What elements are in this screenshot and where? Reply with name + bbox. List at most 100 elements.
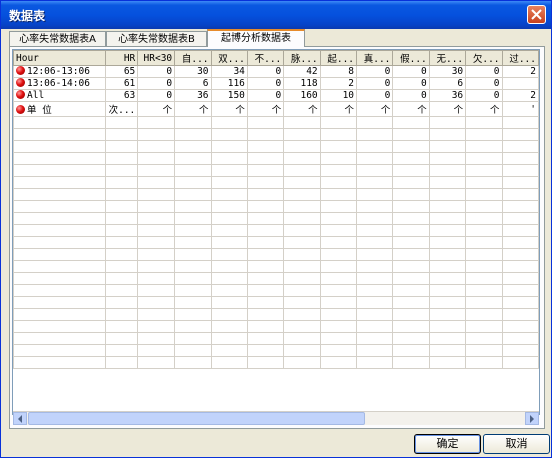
column-header[interactable]: 无...	[428, 50, 467, 66]
empty-row[interactable]	[13, 164, 539, 177]
column-header[interactable]: 假...	[392, 50, 430, 66]
table-cell: 0	[246, 89, 285, 102]
empty-row[interactable]	[13, 356, 539, 369]
empty-row[interactable]	[13, 152, 539, 165]
empty-cell	[501, 332, 539, 345]
table-cell: 2	[501, 65, 539, 78]
column-header[interactable]: 脉...	[283, 50, 321, 66]
empty-cell	[105, 140, 139, 153]
empty-cell	[319, 128, 358, 141]
empty-row[interactable]	[13, 128, 539, 141]
empty-cell	[137, 260, 176, 273]
empty-cell	[246, 152, 285, 165]
column-header[interactable]: 自...	[174, 50, 212, 66]
empty-cell	[174, 188, 212, 201]
empty-row[interactable]	[13, 212, 539, 225]
empty-cell	[283, 236, 321, 249]
empty-cell	[465, 200, 503, 213]
empty-row[interactable]	[13, 116, 539, 129]
empty-row[interactable]	[13, 308, 539, 321]
empty-cell	[174, 152, 212, 165]
column-header[interactable]: HR<30	[137, 50, 176, 66]
empty-row[interactable]	[13, 320, 539, 333]
empty-cell	[283, 152, 321, 165]
empty-row[interactable]	[13, 296, 539, 309]
table-cell: 42	[283, 65, 321, 78]
table-row[interactable]: 单 位次... 个个个个个个个个个个 '	[13, 101, 539, 117]
empty-row[interactable]	[13, 236, 539, 249]
table-row[interactable]: 12:06-13:06 65 0 30 34 0 42 8 0 0 30 0 2	[13, 65, 539, 78]
empty-cell	[105, 116, 139, 129]
scrollbar-thumb[interactable]	[28, 412, 365, 425]
column-header[interactable]: 不...	[246, 50, 285, 66]
close-button[interactable]	[527, 5, 546, 24]
empty-cell	[13, 212, 107, 225]
column-header[interactable]: 真...	[356, 50, 394, 66]
empty-row[interactable]	[13, 260, 539, 273]
empty-cell	[246, 332, 285, 345]
empty-cell	[210, 296, 248, 309]
column-header[interactable]: 欠...	[465, 50, 503, 66]
cancel-button[interactable]: 取消	[483, 434, 550, 454]
empty-cell	[465, 188, 503, 201]
empty-row[interactable]	[13, 188, 539, 201]
tab-arrhythmia-a[interactable]: 心率失常数据表A	[9, 31, 106, 46]
scroll-left-button[interactable]	[13, 412, 27, 425]
empty-row[interactable]	[13, 284, 539, 297]
table-row[interactable]: 13:06-14:06 61 0 6 116 0 118 2 0 0 6 0	[13, 77, 539, 90]
row-marker-icon	[16, 78, 25, 87]
tab-pacing-analysis[interactable]: 起博分析数据表	[207, 29, 305, 47]
empty-cell	[501, 344, 539, 357]
empty-cell	[174, 140, 212, 153]
empty-cell	[392, 260, 430, 273]
empty-cell	[174, 164, 212, 177]
empty-cell	[137, 272, 176, 285]
empty-cell	[105, 212, 139, 225]
empty-cell	[246, 128, 285, 141]
empty-cell	[105, 152, 139, 165]
window-title: 数据表	[9, 9, 46, 23]
empty-cell	[392, 272, 430, 285]
column-header[interactable]: 过...	[501, 50, 539, 66]
empty-cell	[210, 356, 248, 369]
table-cell: All	[13, 89, 107, 102]
table-row[interactable]: All 63 0 36 150 0 160 10 0 0 36 0 2	[13, 89, 539, 102]
empty-cell	[210, 176, 248, 189]
column-header[interactable]: Hour	[13, 50, 107, 66]
empty-cell	[174, 248, 212, 261]
empty-row[interactable]	[13, 176, 539, 189]
empty-cell	[174, 200, 212, 213]
empty-cell	[13, 200, 107, 213]
empty-row[interactable]	[13, 248, 539, 261]
empty-cell	[392, 356, 430, 369]
empty-row[interactable]	[13, 224, 539, 237]
empty-cell	[210, 212, 248, 225]
column-header[interactable]: HR	[105, 50, 139, 66]
column-header[interactable]: 起...	[319, 50, 358, 66]
table-cell: 34	[210, 65, 248, 78]
data-grid: Hour HR HR<30 自... 双... 不... 脉... 起... 真... 假... 无…	[12, 49, 540, 415]
empty-cell	[105, 272, 139, 285]
empty-cell	[283, 296, 321, 309]
empty-cell	[105, 164, 139, 177]
empty-row[interactable]	[13, 140, 539, 153]
row-marker-icon	[16, 90, 25, 99]
empty-row[interactable]	[13, 272, 539, 285]
tab-arrhythmia-b[interactable]: 心率失常数据表B	[106, 31, 207, 46]
horizontal-scrollbar[interactable]	[13, 411, 539, 425]
empty-cell	[210, 224, 248, 237]
empty-row[interactable]	[13, 200, 539, 213]
ok-button[interactable]: 确定	[414, 434, 481, 454]
empty-cell	[356, 356, 394, 369]
empty-cell	[465, 260, 503, 273]
empty-cell	[246, 224, 285, 237]
empty-cell	[137, 344, 176, 357]
empty-row[interactable]	[13, 332, 539, 345]
empty-row[interactable]	[13, 344, 539, 357]
column-header[interactable]: 双...	[210, 50, 248, 66]
empty-cell	[392, 140, 430, 153]
empty-cell	[13, 224, 107, 237]
title-bar[interactable]: 数据表	[1, 1, 551, 29]
table-cell: 个	[210, 101, 248, 117]
scroll-right-button[interactable]	[525, 412, 539, 425]
